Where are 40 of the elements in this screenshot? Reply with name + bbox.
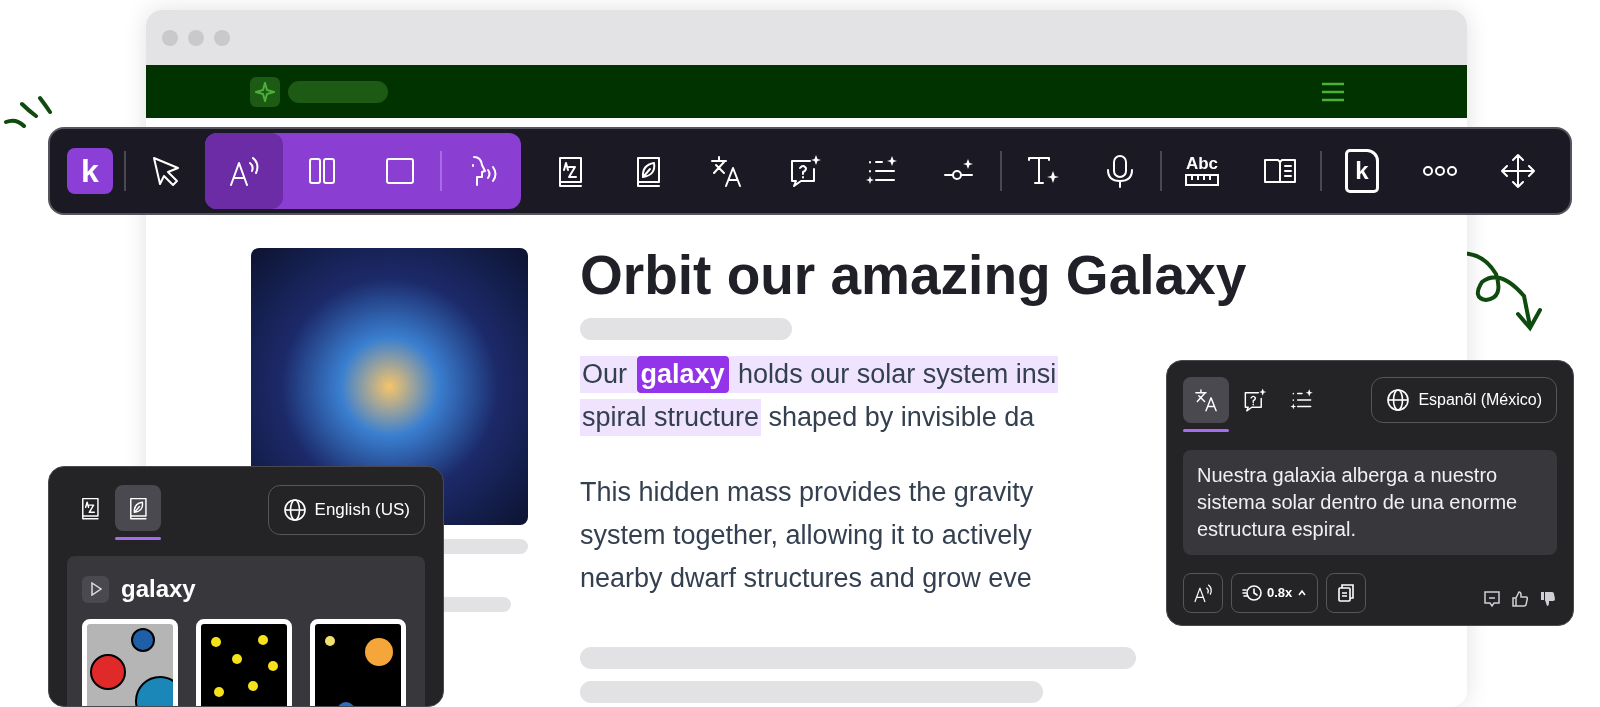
highlighted-text: spiral structure bbox=[580, 399, 762, 436]
article-title: Orbit our amazing Galaxy bbox=[580, 243, 1247, 308]
menu-icon bbox=[1321, 81, 1345, 102]
panel-tab[interactable] bbox=[1183, 377, 1229, 423]
caret-icon bbox=[1297, 589, 1308, 597]
thumbs-down-icon bbox=[1539, 590, 1557, 608]
translation-box: Nuestra galaxia alberga a nuestro sistema solar dentro de una enorme estructura espiral. bbox=[1183, 450, 1557, 555]
read-aloud-icon bbox=[1192, 582, 1214, 604]
document-button[interactable]: k bbox=[1323, 133, 1401, 209]
speed-clock-icon bbox=[1242, 584, 1262, 602]
language-button[interactable]: Espanõl (México) bbox=[1371, 377, 1557, 423]
read-aloud-button[interactable] bbox=[1183, 573, 1223, 613]
dictionary-word: galaxy bbox=[121, 574, 196, 604]
highlighted-text: holds our solar system insi bbox=[728, 356, 1059, 393]
globe-icon bbox=[1386, 388, 1411, 412]
translate-icon bbox=[708, 153, 744, 189]
thumbs-up-icon bbox=[1511, 590, 1529, 608]
panel-tab[interactable] bbox=[115, 485, 161, 531]
sparkle-logo-icon bbox=[250, 76, 280, 107]
play-icon bbox=[89, 582, 102, 596]
more-icon bbox=[1422, 165, 1458, 177]
copy-icon bbox=[1336, 583, 1357, 603]
play-button[interactable] bbox=[82, 575, 109, 603]
language-button[interactable]: English (US) bbox=[267, 485, 425, 535]
copy-button[interactable] bbox=[1326, 573, 1367, 613]
spelling-ruler-button[interactable]: Abc bbox=[1163, 133, 1241, 209]
ruler-icon bbox=[1184, 173, 1220, 187]
highlighted-word: galaxy bbox=[636, 356, 729, 393]
globe-icon bbox=[282, 498, 307, 522]
highlighted-text: Our bbox=[580, 356, 637, 393]
comment-icon bbox=[1483, 590, 1501, 608]
read-aloud-button[interactable] bbox=[205, 133, 283, 209]
article-text: shaped by invisible da bbox=[767, 401, 1035, 434]
speed-button[interactable]: 0.8x bbox=[1231, 573, 1319, 613]
app-logo[interactable]: k bbox=[67, 148, 113, 194]
article-text: nearby dwarf structures and grow eve bbox=[580, 562, 1032, 595]
article-text: system together, allowing it to actively bbox=[580, 519, 1032, 552]
move-icon bbox=[1500, 153, 1536, 189]
article-text: This hidden mass provides the gravity bbox=[580, 476, 1034, 509]
translate-icon bbox=[1193, 387, 1219, 413]
